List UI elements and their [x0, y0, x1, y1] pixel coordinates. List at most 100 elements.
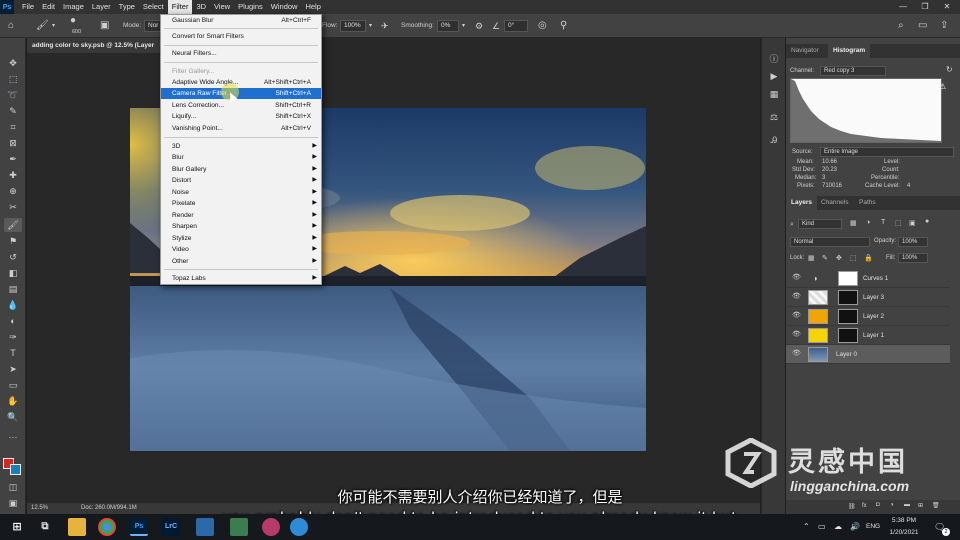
home-icon[interactable]: ⌂	[8, 14, 14, 38]
menu-item-pixelate[interactable]: Pixelate ▶	[161, 198, 321, 209]
taskbar-app-icon[interactable]	[290, 518, 308, 536]
chevron-down-icon[interactable]: ▾	[462, 14, 465, 38]
tray-chevron-up-icon[interactable]: ⌃	[803, 514, 810, 540]
eye-icon[interactable]: 👁	[792, 330, 801, 338]
menu-3d[interactable]: 3D	[192, 0, 210, 14]
taskbar-app-lightroom[interactable]: LrC	[162, 518, 180, 536]
smoothing-field[interactable]: 0%	[437, 20, 459, 32]
menu-item-convert-smart-filters[interactable]: Convert for Smart Filters	[161, 31, 321, 42]
history-icon[interactable]: ▦	[767, 87, 781, 101]
filter-pixel-icon[interactable]: ▦	[850, 219, 857, 227]
spot-healing-icon[interactable]: ⊕	[4, 184, 22, 198]
layer-mask-thumbnail[interactable]	[838, 309, 858, 324]
filter-smart-object-icon[interactable]: ▣	[909, 219, 916, 227]
clone-stamp-tool-icon[interactable]: ⚑	[4, 234, 22, 248]
search-icon[interactable]: ⌕	[898, 14, 904, 38]
layer-thumbnail[interactable]	[808, 290, 828, 305]
tray-volume-icon[interactable]: 🔊	[850, 514, 860, 540]
path-select-tool-icon[interactable]: ➤	[4, 362, 22, 376]
lock-position-icon[interactable]: ✥	[836, 254, 842, 262]
menu-item-distort[interactable]: Distort ▶	[161, 175, 321, 186]
eye-icon[interactable]: 👁	[792, 292, 801, 300]
hand-tool-icon[interactable]: ✋	[4, 394, 22, 408]
move-tool-icon[interactable]: ✥	[4, 56, 22, 70]
menu-item-camera-raw-filter[interactable]: Camera Raw Filter... Shift+Ctrl+A	[161, 88, 321, 99]
menu-item-gaussian-blur[interactable]: Gaussian Blur Alt+Ctrl+F	[161, 15, 321, 26]
eye-icon[interactable]: 👁	[792, 273, 801, 281]
brush-tool-icon[interactable]: 🖌	[36, 14, 49, 38]
layer-kind-filter[interactable]: Kind	[798, 219, 842, 229]
blend-mode-select[interactable]: Normal	[790, 237, 870, 247]
refresh-icon[interactable]: ↻	[946, 65, 953, 74]
channel-select[interactable]: Red copy 3	[820, 66, 886, 76]
brush-settings-icon[interactable]: ▣	[100, 14, 109, 38]
layer-row-curves-1[interactable]: 👁 ◑ Curves 1	[786, 269, 950, 288]
taskbar-app-photoshop[interactable]: Ps	[130, 518, 148, 536]
maximize-icon[interactable]: ❐	[914, 0, 936, 14]
zoom-tool-icon[interactable]: 🔍	[4, 410, 22, 424]
menu-item-neural-filters[interactable]: Neural Filters...	[161, 48, 321, 59]
eraser-tool-icon[interactable]: ◧	[4, 266, 22, 280]
close-icon[interactable]: ✕	[936, 0, 958, 14]
flow-field[interactable]: 100%	[340, 20, 366, 32]
workspace-icon[interactable]: ▭	[918, 14, 927, 38]
menu-item-stylize[interactable]: Stylize ▶	[161, 233, 321, 244]
eyedropper-tool-icon[interactable]: ✒	[4, 152, 22, 166]
filter-search-icon[interactable]: ⌕	[790, 221, 794, 229]
menu-item-sharpen[interactable]: Sharpen ▶	[161, 221, 321, 232]
filter-type-icon[interactable]: T	[881, 219, 885, 226]
menu-item-noise[interactable]: Noise ▶	[161, 187, 321, 198]
document-tab[interactable]: adding color to sky.psb @ 12.5% (Layer	[27, 38, 167, 53]
pen-tool-icon[interactable]: ✑	[4, 330, 22, 344]
tab-paths[interactable]: Paths	[854, 196, 881, 210]
patch-tool-icon[interactable]: ✂	[4, 200, 22, 214]
menu-item-other[interactable]: Other ▶	[161, 256, 321, 267]
filter-toggle-icon[interactable]: ●	[925, 218, 929, 225]
layer-row-layer-0[interactable]: 👁 Layer 0	[786, 345, 950, 364]
layer-thumbnail[interactable]	[808, 309, 828, 324]
type-tool-icon[interactable]: T	[4, 346, 22, 360]
filter-adjustment-icon[interactable]: ◑	[866, 219, 870, 226]
menu-help[interactable]: Help	[301, 0, 324, 14]
tab-channels[interactable]: Channels	[816, 196, 853, 210]
tab-layers[interactable]: Layers	[786, 196, 817, 210]
menu-edit[interactable]: Edit	[38, 0, 59, 14]
tray-language[interactable]: ENG	[866, 514, 880, 540]
tray-cloud-icon[interactable]: ☁	[834, 514, 842, 540]
warning-icon[interactable]: ⚠	[939, 82, 946, 91]
notification-icon[interactable]: 🗨	[934, 514, 945, 540]
tab-histogram[interactable]: Histogram	[828, 44, 871, 58]
play-actions-icon[interactable]: ▶	[767, 69, 781, 83]
healing-tool-icon[interactable]: ✚	[4, 168, 22, 182]
shape-tool-icon[interactable]: ▭	[4, 378, 22, 392]
chevron-down-icon[interactable]: ▾	[52, 14, 55, 38]
layer-name[interactable]: Layer 3	[863, 288, 884, 307]
source-select[interactable]: Entire Image	[820, 147, 954, 157]
layer-name[interactable]: Layer 2	[863, 307, 884, 326]
menu-select[interactable]: Select	[139, 0, 168, 14]
taskbar-app-icon[interactable]	[196, 518, 214, 536]
history-brush-tool-icon[interactable]: ↺	[4, 250, 22, 264]
dodge-tool-icon[interactable]: ◐	[4, 314, 22, 328]
menu-item-blur-gallery[interactable]: Blur Gallery ▶	[161, 164, 321, 175]
info-icon[interactable]: ⓘ	[767, 52, 781, 66]
layer-thumbnail[interactable]	[808, 328, 828, 343]
chrome-icon[interactable]	[98, 518, 116, 536]
tray-date[interactable]: 1/20/2021	[886, 520, 922, 540]
windows-start-icon[interactable]: ⊞	[8, 518, 26, 536]
menu-window[interactable]: Window	[267, 0, 302, 14]
layer-mask-thumbnail[interactable]	[838, 271, 858, 286]
menu-layer[interactable]: Layer	[88, 0, 115, 14]
lock-artboard-icon[interactable]: ⬚	[850, 254, 857, 262]
menu-file[interactable]: File	[18, 0, 38, 14]
menu-item-render[interactable]: Render ▶	[161, 210, 321, 221]
menu-item-adaptive-wide-angle[interactable]: Adaptive Wide Angle... Alt+Shift+Ctrl+A	[161, 77, 321, 88]
menu-item-3d[interactable]: 3D ▶	[161, 141, 321, 152]
frame-tool-icon[interactable]: ⊠	[4, 136, 22, 150]
quick-select-tool-icon[interactable]: ✎	[4, 104, 22, 118]
opacity-field[interactable]: 100%	[898, 237, 928, 247]
symmetry-icon[interactable]: ⚲	[560, 14, 567, 38]
menu-item-blur[interactable]: Blur ▶	[161, 152, 321, 163]
taskbar-app-icon[interactable]	[230, 518, 248, 536]
more-tools-icon[interactable]: ···	[4, 430, 22, 444]
